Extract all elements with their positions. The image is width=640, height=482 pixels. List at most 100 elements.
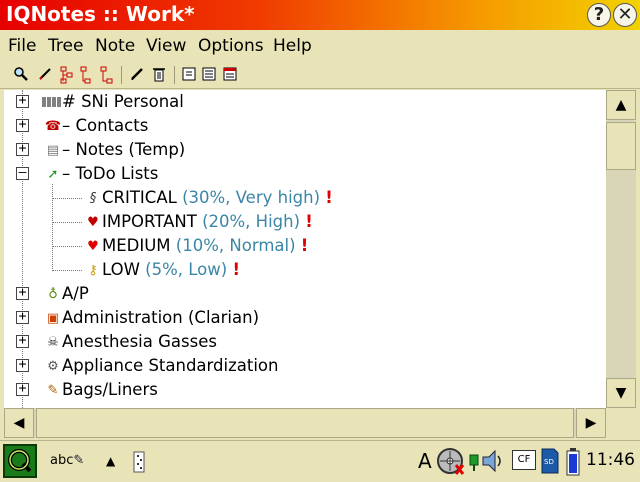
barcode-icon — [42, 97, 61, 107]
item-label: Notes (Temp) — [75, 140, 186, 159]
trash-icon[interactable] — [150, 66, 168, 84]
heart-icon: ♥ — [87, 238, 99, 254]
q-logo-icon — [8, 449, 32, 473]
item-detail: (20%, High) — [202, 212, 301, 231]
item-label: Contacts — [75, 116, 149, 135]
expand-toggle[interactable]: + — [16, 94, 29, 108]
expand-toggle[interactable]: + — [16, 382, 29, 396]
item-prefix: # — [62, 92, 82, 111]
key-icon: ⚷ — [88, 262, 98, 278]
pencil-icon[interactable] — [128, 66, 146, 84]
expand-toggle[interactable]: + — [16, 142, 29, 156]
tree-view[interactable]: + # SNi Personal + ☎– Contacts + ▤ – Note… — [4, 90, 606, 408]
title-bar: IQNotes :: Work* ? ✕ — [0, 0, 640, 30]
scroll-left-button[interactable]: ◀ — [4, 408, 34, 438]
item-label: CRITICAL — [102, 188, 177, 207]
expand-toggle[interactable]: + — [16, 334, 29, 348]
collapse-toggle[interactable]: – — [16, 166, 29, 180]
sd-card-icon[interactable]: SD — [540, 447, 560, 481]
speaker-icon[interactable] — [480, 447, 506, 481]
item-prefix: – — [62, 164, 76, 183]
cf-card-icon[interactable]: CF — [512, 450, 536, 470]
help-button[interactable]: ? — [587, 3, 611, 27]
item-label: Appliance Standardization — [62, 356, 279, 375]
window-title: IQNotes :: Work* — [6, 2, 195, 26]
scroll-right-button[interactable]: ▶ — [576, 408, 606, 438]
scroll-up-button[interactable]: ▲ — [606, 90, 636, 120]
scroll-thumb[interactable] — [36, 408, 574, 438]
item-label: ToDo Lists — [75, 164, 159, 183]
item-label: A/P — [62, 284, 89, 303]
priority-flag: ! — [325, 188, 333, 207]
tree-connector — [52, 198, 82, 199]
tree-connector — [52, 222, 82, 223]
input-method[interactable]: abc✎ — [50, 451, 84, 471]
tree-connector — [52, 246, 82, 247]
menu-note[interactable]: Note — [95, 36, 135, 56]
toolbar-separator — [121, 66, 122, 84]
item-prefix: – — [62, 140, 76, 159]
item-detail: (10%, Normal) — [175, 236, 296, 255]
start-menu-button[interactable] — [3, 444, 37, 478]
critical-icon: § — [89, 190, 97, 206]
horizontal-scrollbar[interactable]: ◀ ▶ — [4, 408, 606, 438]
vertical-scrollbar[interactable]: ▲ ▼ — [606, 90, 636, 408]
taskbar-handle-icon[interactable] — [128, 451, 148, 479]
menu-bar: File Tree Note View Options Help — [0, 30, 640, 60]
tree-branch-icon[interactable] — [58, 66, 76, 84]
priority-flag: ! — [300, 236, 309, 255]
pen-icon: ✎ — [73, 453, 85, 468]
priority-flag: ! — [305, 212, 313, 231]
item-label: SNi Personal — [81, 92, 184, 111]
tree-connector — [52, 270, 82, 271]
search-icon[interactable] — [12, 66, 30, 84]
keyboard-icon[interactable]: A — [418, 451, 432, 471]
menu-help[interactable]: Help — [273, 36, 312, 56]
battery-icon[interactable] — [566, 448, 580, 482]
taskbar: abc✎ ▲ A CF SD 11:46 — [0, 440, 640, 481]
disc-icon[interactable] — [436, 447, 465, 481]
note-text-icon[interactable] — [200, 66, 218, 84]
note-list-icon[interactable] — [221, 66, 239, 84]
up-arrow-icon[interactable]: ▲ — [106, 451, 115, 471]
edit-icon[interactable] — [36, 66, 54, 84]
expand-toggle[interactable]: + — [16, 118, 29, 132]
expand-toggle[interactable]: + — [16, 286, 29, 300]
item-label: MEDIUM — [102, 236, 171, 255]
toolbar-separator — [174, 66, 175, 84]
phone-icon: ☎ — [44, 118, 62, 134]
skull-icon: ☠ — [47, 334, 59, 350]
notes-icon[interactable] — [180, 66, 198, 84]
item-detail: (5%, Low) — [145, 260, 228, 279]
scroll-thumb[interactable] — [606, 122, 636, 170]
item-label: Anesthesia Gasses — [62, 332, 217, 351]
arrow-icon: ➚ — [47, 166, 59, 182]
badge-icon: ▣ — [46, 310, 60, 326]
item-label: IMPORTANT — [102, 212, 197, 231]
priority-flag: ! — [232, 260, 240, 279]
scroll-down-button[interactable]: ▼ — [606, 378, 636, 408]
menu-options[interactable]: Options — [198, 36, 264, 56]
close-button[interactable]: ✕ — [613, 3, 637, 27]
item-label: Bags/Liners — [62, 380, 158, 399]
tree-child-icon[interactable] — [78, 66, 96, 84]
item-prefix: – — [62, 116, 76, 135]
appliance-icon: ⚙ — [47, 358, 59, 374]
clock[interactable]: 11:46 — [586, 450, 635, 470]
item-detail: (30%, Very high) — [182, 188, 321, 207]
brush-icon: ✎ — [47, 382, 59, 398]
item-label: Administration (Clarian) — [62, 308, 260, 327]
notebook-icon: ▤ — [46, 142, 60, 158]
expand-toggle[interactable]: + — [16, 358, 29, 372]
menu-view[interactable]: View — [146, 36, 186, 56]
item-label: LOW — [102, 260, 140, 279]
menu-file[interactable]: File — [8, 36, 36, 56]
expand-toggle[interactable]: + — [16, 310, 29, 324]
toolbar — [0, 62, 640, 89]
menu-tree[interactable]: Tree — [48, 36, 83, 56]
svg-text:SD: SD — [544, 458, 554, 466]
tree-sibling-icon[interactable] — [98, 66, 116, 84]
bulb-icon: ♁ — [48, 286, 58, 302]
broken-heart-icon: ♥ — [87, 214, 99, 230]
input-method-label: abc — [50, 453, 74, 468]
